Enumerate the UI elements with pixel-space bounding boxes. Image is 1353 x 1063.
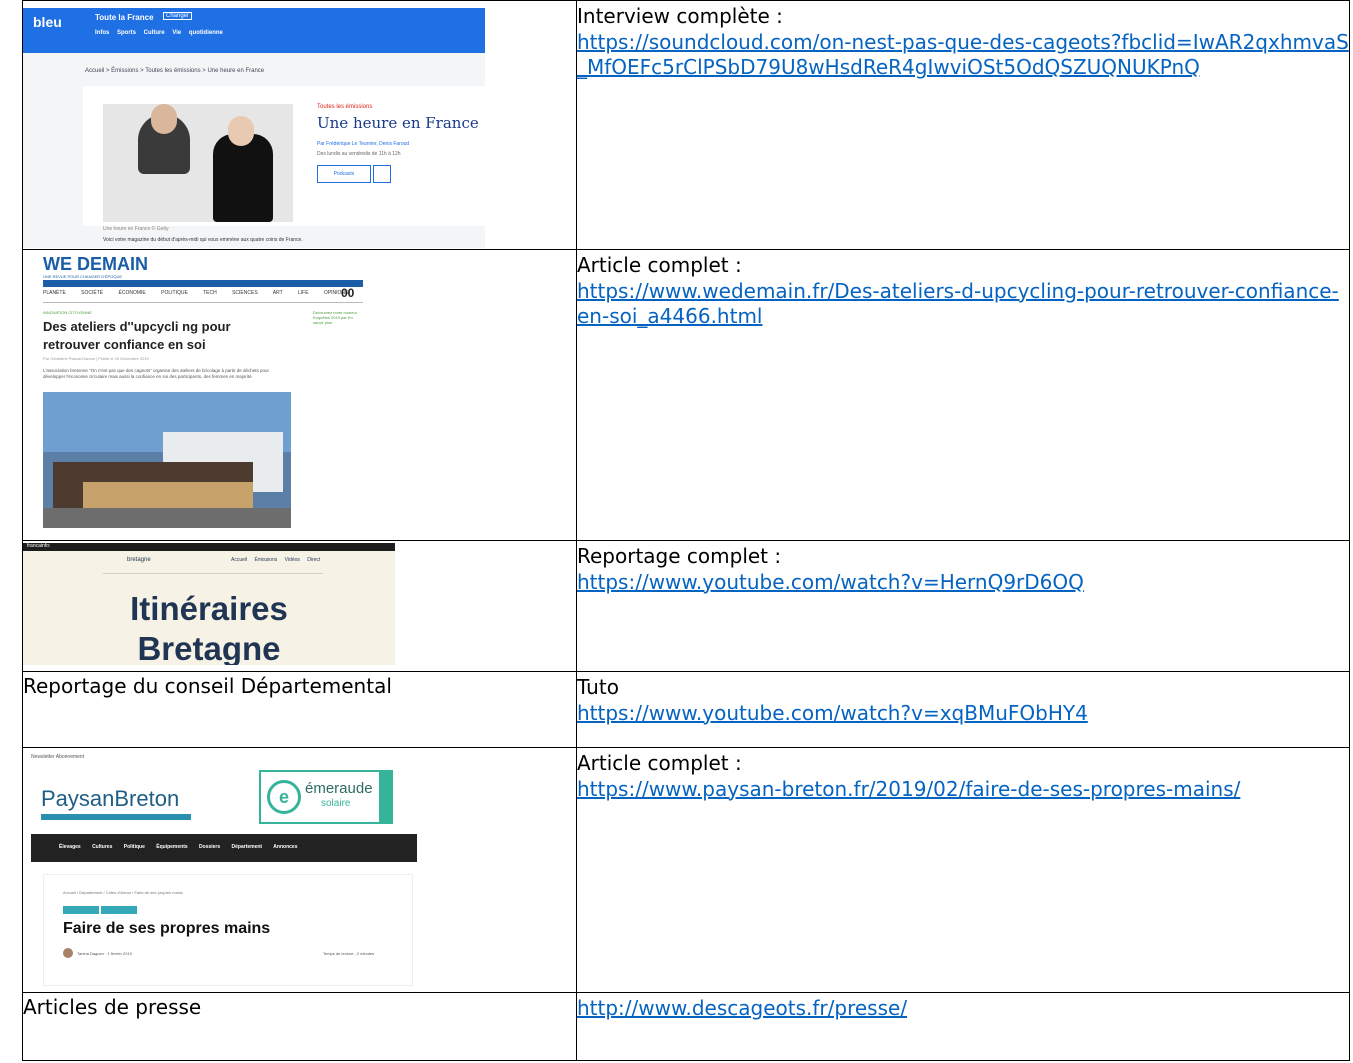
wedemain-link[interactable]: https://www.wedemain.fr/Des-ateliers-d-u… bbox=[577, 279, 1339, 329]
presenter-figure-2 bbox=[213, 134, 273, 222]
divider bbox=[103, 573, 323, 574]
text-cell: Articles de presse bbox=[22, 992, 577, 1061]
wedemain-tagline: UNE REVUE POUR CHANGER D'ÉPOQUE bbox=[43, 274, 122, 279]
link-label: Reportage complet : bbox=[577, 544, 782, 568]
wedemain-screenshot: WE DEMAIN UNE REVUE POUR CHANGER D'ÉPOQU… bbox=[23, 252, 363, 528]
podcasts-button: Podcasts bbox=[317, 165, 371, 183]
article-lead: L'association bretonne "On n'est pas que… bbox=[43, 368, 270, 379]
photo-caption: Une heure en France © Getty bbox=[103, 226, 169, 232]
link-label: Tuto bbox=[577, 675, 619, 699]
france3-bretagne-logo: bretagne bbox=[127, 557, 151, 563]
ad-subtitle: solaire bbox=[321, 798, 351, 809]
franceinfo-bar: francainfo: bbox=[23, 543, 395, 551]
franceinfo-label: francainfo: bbox=[27, 543, 51, 549]
table-row: francainfo: bretagne Accueil Émissions V… bbox=[22, 540, 1350, 672]
presenter-head-2 bbox=[228, 116, 254, 146]
soundcloud-link[interactable]: https://soundcloud.com/on-nest-pas-que-d… bbox=[577, 30, 1349, 80]
program-title-line1: Itinéraires bbox=[130, 590, 288, 627]
program-title-line2: Bretagne bbox=[137, 630, 281, 665]
youtube-link-tuto[interactable]: https://www.youtube.com/watch?v=xqBMuFOb… bbox=[577, 701, 1088, 725]
paysan-breton-screenshot: Newsletter Abonnement PaysanBreton e éme… bbox=[23, 750, 417, 992]
screenshot-cell: bleu Toute la France Changer Infos Sport… bbox=[22, 0, 577, 250]
paysan-breton-logo: PaysanBreton bbox=[41, 786, 180, 811]
channel-nav: Accueil Émissions Vidéos Direct bbox=[231, 557, 321, 563]
wedemain-logo: WE DEMAIN bbox=[43, 254, 148, 274]
article-headline: Des ateliers d''upcycli ng pour retrouve… bbox=[43, 319, 231, 352]
table-row: bleu Toute la France Changer Infos Sport… bbox=[22, 0, 1350, 250]
show-description: Voici votre magazine du début d'après-mi… bbox=[103, 237, 303, 243]
show-hours: Des lundis au vendredis de 11h à 12h bbox=[317, 151, 401, 157]
show-title: Une heure en France bbox=[317, 114, 479, 132]
breadcrumb: Accueil / Département / Côtes d'Armor / … bbox=[63, 890, 183, 895]
wedemain-band bbox=[43, 280, 363, 287]
table-row: Newsletter Abonnement PaysanBreton e éme… bbox=[22, 747, 1350, 993]
link-cell: Reportage complet : https://www.youtube.… bbox=[576, 540, 1350, 672]
author-avatar bbox=[63, 948, 73, 958]
row-title: Articles de presse bbox=[23, 995, 202, 1019]
photo-ground bbox=[43, 508, 291, 528]
change-button: Changer bbox=[163, 12, 193, 20]
screenshot-cell: WE DEMAIN UNE REVUE POUR CHANGER D'ÉPOQU… bbox=[22, 249, 577, 541]
article-category: INNOVATION CITOYENNE bbox=[43, 310, 92, 315]
sidebar-promo: Découvrez notre numéro Enquêtes 2019 par… bbox=[313, 310, 358, 325]
region-label: Toute la France bbox=[95, 13, 154, 22]
ad-title: émeraude bbox=[305, 780, 373, 797]
screenshot-cell: Newsletter Abonnement PaysanBreton e éme… bbox=[22, 747, 577, 993]
article-meta: Par Géraldine Pascal-Damon | Publié le 2… bbox=[43, 356, 149, 361]
section-label: Toutes les émissions bbox=[317, 104, 373, 110]
article-photo bbox=[43, 392, 291, 528]
nav-items: Élevages Cultures Politique Équipements … bbox=[59, 844, 298, 850]
link-label: Article complet : bbox=[577, 751, 742, 775]
link-cell: Article complet : https://www.wedemain.f… bbox=[576, 249, 1350, 541]
itineraires-bretagne-screenshot: francainfo: bretagne Accueil Émissions V… bbox=[23, 543, 395, 665]
table-row: Articles de presse http://www.descageots… bbox=[22, 992, 1350, 1061]
site-nav: Élevages Cultures Politique Équipements … bbox=[31, 834, 417, 862]
tag-badge bbox=[63, 906, 99, 914]
show-photo bbox=[103, 104, 293, 222]
logo-underline bbox=[41, 814, 191, 820]
link-cell: http://www.descageots.fr/presse/ bbox=[576, 992, 1350, 1061]
ad-accent bbox=[379, 772, 393, 822]
paysan-breton-link[interactable]: https://www.paysan-breton.fr/2019/02/fai… bbox=[577, 777, 1240, 801]
program-title: Itinéraires Bretagne bbox=[23, 589, 395, 665]
site-nav: Infos Sports Culture Vie quotidienne bbox=[95, 30, 223, 36]
article-headline: Faire de ses propres mains bbox=[63, 920, 271, 937]
text-cell: Reportage du conseil Départemental bbox=[22, 671, 577, 748]
links-table: bleu Toute la France Changer Infos Sport… bbox=[22, 0, 1350, 1061]
youtube-link-reportage[interactable]: https://www.youtube.com/watch?v=HernQ9rD… bbox=[577, 570, 1084, 594]
france-bleu-screenshot: bleu Toute la France Changer Infos Sport… bbox=[23, 8, 485, 248]
row-title: Reportage du conseil Départemental bbox=[23, 674, 392, 698]
top-links: Newsletter Abonnement bbox=[31, 754, 85, 760]
reading-time: Temps de lecture : 2 minutes bbox=[323, 951, 375, 956]
emeraude-ad: e émeraude solaire bbox=[259, 770, 393, 824]
link-cell: Interview complète : https://soundcloud.… bbox=[576, 0, 1350, 250]
screenshot-cell: francainfo: bretagne Accueil Émissions V… bbox=[22, 540, 577, 672]
wedemain-menu: PLANÈTE SOCIÉTÉ ÉCONOMIE POLITIQUE TECH … bbox=[43, 290, 349, 296]
france-bleu-logo: bleu bbox=[33, 14, 62, 30]
article-byline: Tanina Daguen · 1 février 2019 bbox=[77, 951, 132, 956]
show-hosts: Par Frédérique Le Teurnier, Denis Faroud bbox=[317, 141, 410, 147]
presenter-head bbox=[151, 104, 177, 134]
press-link[interactable]: http://www.descageots.fr/presse/ bbox=[577, 996, 907, 1020]
share-button bbox=[373, 165, 391, 183]
link-label: Interview complète : bbox=[577, 4, 783, 28]
tag-badge bbox=[101, 906, 137, 914]
breadcrumb: Accueil > Émissions > Toutes les émissio… bbox=[85, 68, 265, 74]
table-row: Reportage du conseil Départemental Tuto … bbox=[22, 671, 1350, 748]
divider bbox=[43, 302, 363, 303]
emeraude-logo-icon: e bbox=[267, 780, 301, 814]
link-cell: Article complet : https://www.paysan-bre… bbox=[576, 747, 1350, 993]
social-icons: 00 bbox=[341, 286, 355, 300]
france-bleu-header: bleu Toute la France Changer Infos Sport… bbox=[23, 8, 485, 53]
table-row: WE DEMAIN UNE REVUE POUR CHANGER D'ÉPOQU… bbox=[22, 249, 1350, 541]
link-label: Article complet : bbox=[577, 253, 742, 277]
link-cell: Tuto https://www.youtube.com/watch?v=xqB… bbox=[576, 671, 1350, 748]
